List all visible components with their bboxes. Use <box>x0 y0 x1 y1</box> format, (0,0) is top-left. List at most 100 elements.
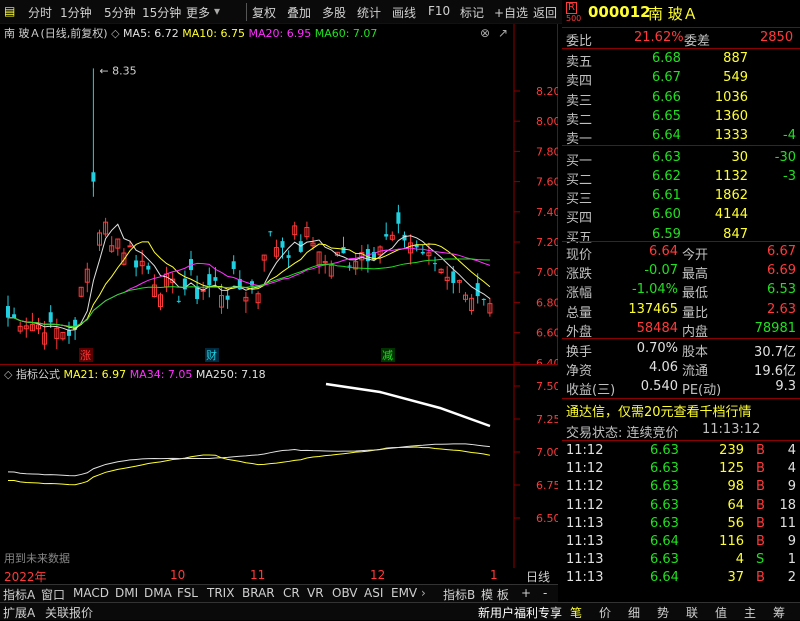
tab-indicator-a[interactable]: 指标A <box>3 586 35 603</box>
stat-label: 换手 <box>566 345 593 360</box>
tab-zhi[interactable]: 值 <box>715 604 727 621</box>
tabs-scroll-icon[interactable]: › <box>421 586 426 600</box>
candle-body-down <box>341 247 346 254</box>
tab-dmi[interactable]: DMI <box>115 586 138 600</box>
zoom-in-button[interactable]: + <box>521 586 531 600</box>
tab-more[interactable]: 更多 <box>186 4 210 21</box>
related-quote-tab[interactable]: 关联报价 <box>45 604 93 621</box>
stat-label: 最高 <box>682 267 709 283</box>
menu-grid-icon[interactable]: ▤ <box>4 4 15 18</box>
tick-row: 11:12 6.63 125 B 4 <box>562 460 800 479</box>
stat-row: 总量 137465 量比 2.63 <box>562 301 800 321</box>
level-change: -30 <box>774 149 796 165</box>
tab-cr[interactable]: CR <box>283 586 300 600</box>
tongji-button[interactable]: 统计 <box>357 4 381 21</box>
tab-dma[interactable]: DMA <box>144 586 172 600</box>
tick-price: 6.63 <box>650 515 679 531</box>
indicator-name[interactable]: 指标公式 <box>16 368 60 381</box>
fuquan-button[interactable]: 复权 <box>252 4 276 21</box>
close-icon[interactable]: ⊗ <box>480 26 490 40</box>
tick-volume: 64 <box>727 497 744 513</box>
tab-zhu[interactable]: 主 <box>744 604 756 621</box>
promo-text[interactable]: 通达信，仅需20元查看千档行情 <box>566 401 752 420</box>
kline-chart[interactable]: 8.20 8.00 7.80 7.60 7.40 7.20 7.00 6.80 6.60 6.40… <box>0 24 558 364</box>
tab-brar[interactable]: BRAR <box>242 586 275 600</box>
tick-time: 11:12 <box>566 443 604 458</box>
level-volume: 887 <box>723 51 748 66</box>
event-marker[interactable]: 涨 <box>80 349 91 362</box>
price-tick-label: 6.80 <box>536 296 558 309</box>
huaxian-button[interactable]: 画线 <box>392 4 416 21</box>
ask-row[interactable]: 卖二 6.65 1360 <box>562 108 800 128</box>
tick-volume: 37 <box>727 570 744 586</box>
bid-row[interactable]: 买二 6.62 1132 -3 <box>562 168 800 188</box>
event-marker[interactable]: 财 <box>206 348 217 362</box>
ask-row[interactable]: 卖一 6.64 1333 -4 <box>562 127 800 147</box>
ask-row[interactable]: 卖三 6.66 1036 <box>562 89 800 109</box>
tab-vr[interactable]: VR <box>307 586 324 600</box>
more-dropdown-icon[interactable]: ▾ <box>214 4 220 18</box>
tab-window[interactable]: 窗口 <box>41 586 65 603</box>
back-button[interactable]: 返回 <box>533 4 557 21</box>
tab-15min[interactable]: 15分钟 <box>142 4 181 21</box>
candle-body-down <box>134 260 139 268</box>
zoom-out-button[interactable]: - <box>543 586 547 600</box>
tab-fenshi[interactable]: 分时 <box>28 4 52 21</box>
duogu-button[interactable]: 多股 <box>322 4 346 21</box>
stat-label: 涨跌 <box>566 267 593 283</box>
biaoji-button[interactable]: 标记 <box>460 4 484 21</box>
candle-body-down <box>286 255 291 258</box>
tab-emv[interactable]: EMV <box>391 586 417 600</box>
tab-chou[interactable]: 筹 <box>773 604 785 621</box>
tab-1min[interactable]: 1分钟 <box>60 4 92 21</box>
diejia-button[interactable]: 叠加 <box>287 4 311 21</box>
ma5-line <box>7 223 491 331</box>
candle-body-down <box>268 231 273 233</box>
ma21-line <box>7 446 490 486</box>
level-label: 卖四 <box>566 74 593 90</box>
tab-jia[interactable]: 价 <box>599 604 611 621</box>
bid-row[interactable]: 买三 6.61 1862 <box>562 187 800 207</box>
add-watchlist-button[interactable]: +自选 <box>494 4 528 21</box>
period-label[interactable]: 日线 <box>526 568 550 585</box>
level-label: 卖三 <box>566 93 593 109</box>
bid-row[interactable]: 买一 6.63 30 -30 <box>562 149 800 169</box>
f10-button[interactable]: F10 <box>428 4 450 18</box>
tab-obv[interactable]: OBV <box>332 586 358 600</box>
event-marker[interactable]: 减 <box>382 349 393 362</box>
promo-link[interactable]: 新用户福利专享 <box>478 604 562 621</box>
tab-indicator-b[interactable]: 指标B <box>443 586 475 603</box>
tab-macd[interactable]: MACD <box>73 586 109 600</box>
ext-a-tab[interactable]: 扩展A <box>3 604 35 621</box>
ma10-line <box>7 241 491 329</box>
ma34-legend: MA34: 7.05 <box>129 368 193 381</box>
tab-trix[interactable]: TRIX <box>207 586 234 600</box>
tab-shi[interactable]: 势 <box>657 604 669 621</box>
tab-xi[interactable]: 细 <box>628 604 640 621</box>
indicator-settings-icon[interactable]: ◇ <box>4 368 12 381</box>
time-axis: 2022年 10 11 12 1 日线 <box>0 568 558 584</box>
candle-body-down <box>347 265 352 267</box>
tab-bi[interactable]: 笔 <box>570 604 582 621</box>
tick-volume: 56 <box>727 515 744 531</box>
promo-row[interactable]: 通达信，仅需20元查看千档行情 <box>562 400 800 420</box>
bid-row[interactable]: 买四 6.60 4144 <box>562 206 800 226</box>
chart-legend: 南 玻Ａ(日线,前复权) ◇ MA5: 6.72 MA10: 6.75 MA20… <box>4 25 377 41</box>
level-price: 6.61 <box>652 188 681 204</box>
ask-row[interactable]: 卖四 6.67 549 <box>562 69 800 90</box>
tab-lian[interactable]: 联 <box>686 604 698 621</box>
stat-value: 4.06 <box>649 360 678 376</box>
tick-direction: B <box>756 515 765 531</box>
indicator-chart[interactable]: 7.50 7.25 7.00 6.75 6.50 ◇ 指标公式 MA21: 6.97 M… <box>0 364 558 568</box>
tab-fsl[interactable]: FSL <box>177 586 198 600</box>
stat-value: 6.64 <box>649 244 678 259</box>
price-tick-label: 7.40 <box>536 206 558 219</box>
year-label: 2022年 <box>4 570 47 584</box>
tab-template[interactable]: 模 板 <box>481 586 509 603</box>
tab-asi[interactable]: ASI <box>364 586 383 600</box>
ask-row[interactable]: 卖五 6.68 887 <box>562 50 800 70</box>
tab-5min[interactable]: 5分钟 <box>104 4 136 21</box>
tick-row: 11:13 6.63 56 B 11 <box>562 515 800 534</box>
settings-icon[interactable]: ◇ <box>111 27 119 40</box>
expand-icon[interactable]: ↗ <box>498 26 508 40</box>
